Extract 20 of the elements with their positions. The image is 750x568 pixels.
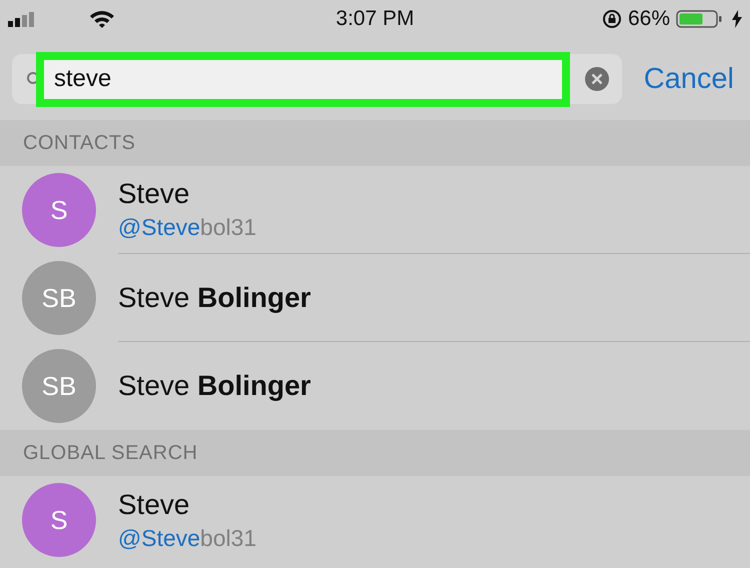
battery-percent: 66%: [628, 7, 670, 31]
search-value: steve: [36, 52, 570, 106]
wifi-icon: [88, 9, 116, 29]
avatar: SB: [22, 261, 96, 335]
clear-icon[interactable]: [584, 66, 610, 92]
contact-name: Steve Bolinger: [118, 370, 312, 402]
contact-name: Steve: [118, 488, 191, 520]
username: @Stevebol31: [118, 524, 258, 552]
section-title: CONTACTS: [23, 132, 136, 154]
avatar: S: [22, 173, 96, 247]
avatar: SB: [22, 349, 96, 423]
rotation-lock-icon: [602, 9, 622, 29]
status-time: 3:07 PM: [336, 7, 414, 31]
search-field[interactable]: steve: [12, 54, 622, 104]
charging-bolt-icon: [732, 10, 742, 28]
contact-name: Steve: [118, 178, 191, 210]
contact-name: Steve Bolinger: [118, 282, 312, 314]
section-title: GLOBAL SEARCH: [23, 442, 198, 464]
avatar: S: [22, 483, 96, 557]
username: @Stevebol31: [118, 214, 258, 241]
